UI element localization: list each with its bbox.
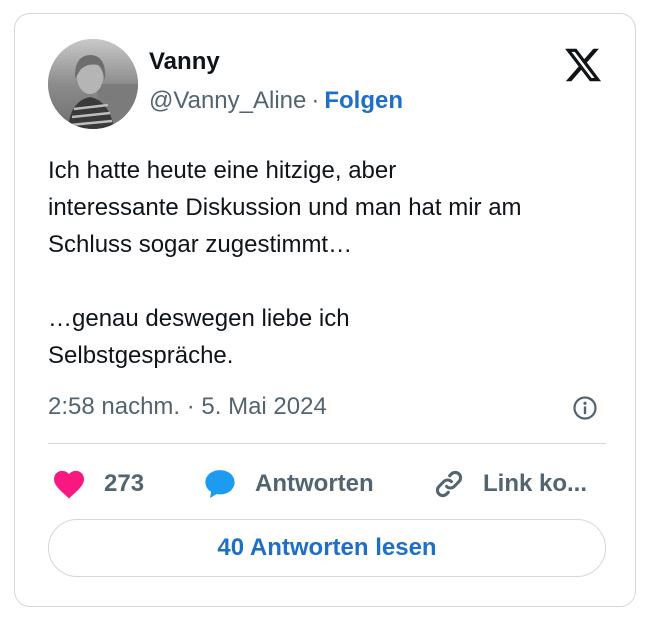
reply-button[interactable]: Antworten [203, 466, 374, 502]
copy-link-button[interactable]: Link ko... [433, 466, 587, 502]
read-replies-label: 40 Antworten lesen [217, 534, 437, 561]
follow-button[interactable]: Folgen [324, 87, 403, 114]
separator-dot: · [311, 87, 320, 114]
author-name[interactable]: Vanny [149, 47, 220, 77]
read-replies-button[interactable]: 40 Antworten lesen [48, 519, 606, 577]
speech-bubble-icon [205, 470, 235, 499]
link-icon [435, 470, 463, 498]
author-handle-row: @Vanny_Aline · Folgen [149, 86, 403, 116]
tweet-text: Ich hatte heute eine hitzige, aber inter… [48, 157, 522, 369]
copy-link-label: Link ko... [483, 470, 588, 497]
x-logo-icon[interactable] [562, 45, 604, 85]
avatar[interactable] [48, 39, 138, 129]
like-count: 273 [104, 470, 145, 497]
reply-label: Antworten [255, 470, 374, 497]
divider [48, 443, 606, 444]
like-button[interactable]: 273 [52, 466, 144, 502]
author-handle[interactable]: @Vanny_Aline [149, 87, 306, 114]
tweet-card: Vanny @Vanny_Aline · Folgen Ich hatte heut… [14, 13, 636, 607]
heart-icon [54, 470, 84, 499]
info-icon[interactable] [571, 394, 599, 422]
tweet-timestamp[interactable]: 2:58 nachm. · 5. Mai 2024 [48, 392, 327, 422]
